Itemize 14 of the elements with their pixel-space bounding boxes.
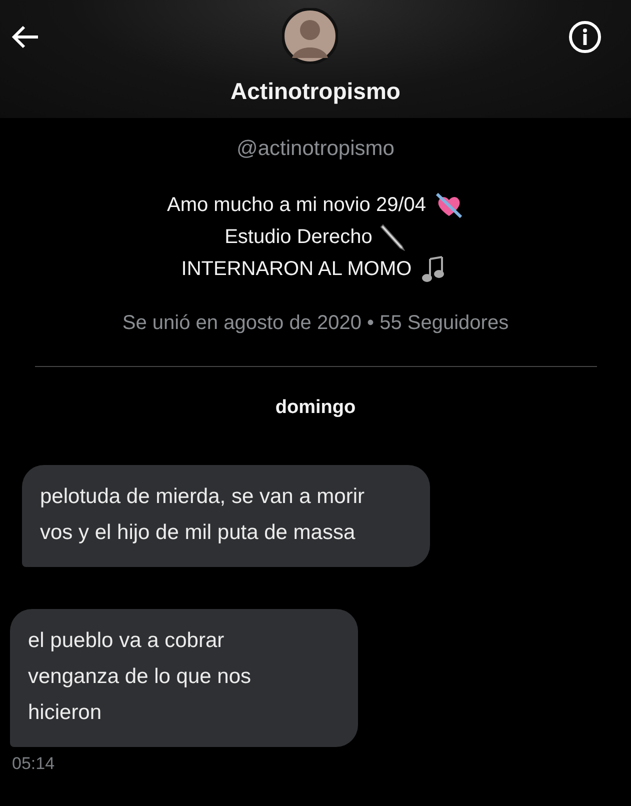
bio-line: Amo mucho a mi novio 29/04	[166, 194, 426, 216]
message-bubble: el pueblo va a cobrar venganza de lo que nos hicieron	[10, 609, 358, 747]
pen-icon	[380, 222, 406, 252]
message-time: 05:14	[12, 754, 56, 774]
profile-handle: @actinotropismo	[236, 137, 394, 161]
day-divider: domingo	[274, 397, 357, 419]
info-button[interactable]	[568, 20, 602, 54]
profile-meta: Se unió en agosto de 2020 • 55 Seguidores	[122, 312, 509, 335]
header-title: Actinotropismo	[230, 78, 402, 105]
bio-line: INTERNARON AL MOMO	[181, 258, 412, 280]
message-bubble: pelotuda de mierda, se van a morir vos y el hijo de mil puta de massa	[22, 465, 430, 567]
avatar[interactable]	[282, 8, 338, 64]
heart-arrow-icon	[434, 190, 464, 220]
bio-line: Estudio Derecho	[224, 226, 372, 248]
